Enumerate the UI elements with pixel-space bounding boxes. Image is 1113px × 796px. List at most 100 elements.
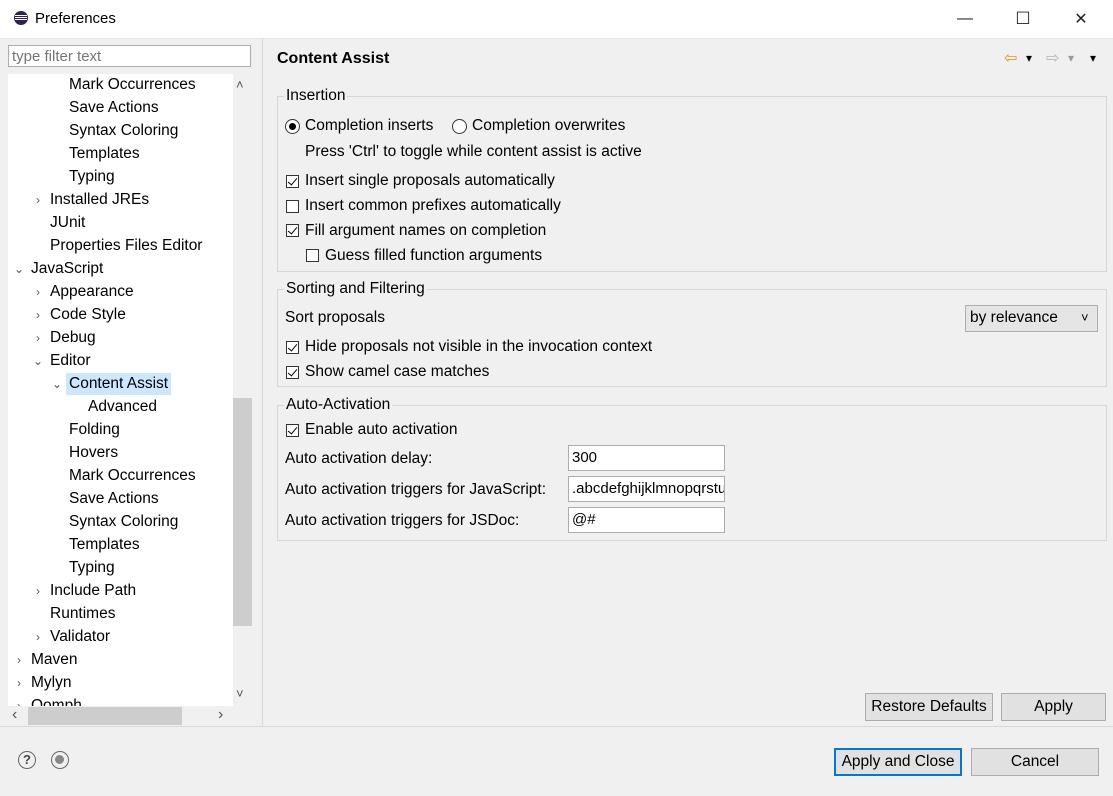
- tree-expand-icon[interactable]: ›: [32, 309, 44, 321]
- tree-expand-icon[interactable]: ›: [32, 585, 44, 597]
- guess-filled-arguments-label[interactable]: Guess filled function arguments: [325, 246, 542, 266]
- tree-item[interactable]: JUnit: [47, 212, 88, 234]
- pane-divider[interactable]: [262, 38, 263, 726]
- jsdoc-triggers-label: Auto activation triggers for JSDoc:: [285, 512, 520, 529]
- sorting-group-title: Sorting and Filtering: [284, 280, 427, 298]
- tree-item[interactable]: Editor: [47, 350, 94, 372]
- tree-item[interactable]: Advanced: [85, 396, 160, 418]
- tree-item[interactable]: Typing: [66, 166, 118, 188]
- tree-item[interactable]: Content Assist: [66, 373, 172, 395]
- tree-item[interactable]: Oomph: [28, 695, 85, 706]
- tree-item[interactable]: Templates: [66, 143, 143, 165]
- maximize-icon: ☐: [1015, 9, 1031, 28]
- auto-activation-group-title: Auto-Activation: [284, 396, 393, 414]
- tree-horizontal-scroll-thumb[interactable]: [28, 707, 182, 725]
- tree-expand-icon[interactable]: ›: [32, 194, 44, 206]
- tree-vertical-scroll-thumb[interactable]: [233, 398, 252, 626]
- completion-overwrites-label[interactable]: Completion overwrites: [472, 116, 625, 136]
- completion-inserts-radio[interactable]: [285, 119, 300, 134]
- toggle-hint-text: Press 'Ctrl' to toggle while content ass…: [305, 143, 642, 160]
- chevron-down-icon: ˅: [1081, 310, 1089, 325]
- tree-expand-icon[interactable]: ›: [13, 654, 25, 666]
- back-arrow-icon[interactable]: ⇦: [1004, 48, 1017, 68]
- minimize-button[interactable]: —: [942, 0, 988, 38]
- insertion-group-title: Insertion: [284, 87, 348, 105]
- apply-button[interactable]: Apply: [1001, 693, 1106, 721]
- insert-single-proposals-label[interactable]: Insert single proposals automatically: [305, 171, 555, 191]
- completion-overwrites-radio[interactable]: [452, 119, 467, 134]
- oomph-record-icon[interactable]: [51, 751, 69, 769]
- hide-proposals-checkbox[interactable]: [286, 341, 299, 354]
- scroll-down-icon[interactable]: ˅: [236, 686, 244, 701]
- enable-auto-activation-checkbox[interactable]: [286, 424, 299, 437]
- tree-collapse-icon[interactable]: ⌄: [13, 263, 25, 275]
- js-triggers-label: Auto activation triggers for JavaScript:: [285, 481, 547, 498]
- back-menu-icon[interactable]: ▾: [1026, 51, 1032, 65]
- cancel-button[interactable]: Cancel: [971, 748, 1099, 776]
- close-button[interactable]: ✕: [1058, 0, 1104, 38]
- scroll-left-icon[interactable]: ‹: [12, 706, 17, 724]
- completion-inserts-label[interactable]: Completion inserts: [305, 116, 433, 136]
- close-icon: ✕: [1074, 11, 1088, 28]
- tree-item[interactable]: Validator: [47, 626, 113, 648]
- sort-proposals-label: Sort proposals: [285, 309, 385, 326]
- tree-item[interactable]: JavaScript: [28, 258, 106, 280]
- filter-input[interactable]: [8, 45, 251, 67]
- tree-item[interactable]: Syntax Coloring: [66, 120, 181, 142]
- maximize-button[interactable]: ☐: [1000, 0, 1046, 38]
- insert-common-prefixes-checkbox[interactable]: [286, 200, 299, 213]
- jsdoc-triggers-field[interactable]: @#: [568, 507, 725, 533]
- forward-menu-icon[interactable]: ▾: [1068, 51, 1074, 65]
- sort-proposals-select[interactable]: by relevance ˅: [965, 305, 1098, 332]
- tree-expand-icon[interactable]: ›: [32, 631, 44, 643]
- help-icon[interactable]: ?: [18, 751, 36, 769]
- js-triggers-field[interactable]: .abcdefghijklmnopqrstuvwxyz: [568, 476, 725, 502]
- apply-and-close-button[interactable]: Apply and Close: [834, 748, 962, 776]
- tree-expand-icon[interactable]: ›: [32, 332, 44, 344]
- tree-item[interactable]: Runtimes: [47, 603, 118, 625]
- tree-item[interactable]: Folding: [66, 419, 123, 441]
- tree-item[interactable]: Syntax Coloring: [66, 511, 181, 533]
- eclipse-logo-icon: [14, 11, 28, 25]
- tree-collapse-icon[interactable]: ⌄: [32, 355, 44, 367]
- hide-proposals-label[interactable]: Hide proposals not visible in the invoca…: [305, 337, 652, 357]
- tree-item[interactable]: Debug: [47, 327, 99, 349]
- scroll-up-icon[interactable]: ˄: [236, 77, 244, 92]
- forward-arrow-icon[interactable]: ⇨: [1046, 48, 1059, 68]
- enable-auto-activation-label[interactable]: Enable auto activation: [305, 420, 458, 440]
- tree-item[interactable]: Save Actions: [66, 97, 162, 119]
- camel-case-checkbox[interactable]: [286, 366, 299, 379]
- minimize-icon: —: [957, 10, 973, 27]
- tree-item[interactable]: Mark Occurrences: [66, 465, 199, 487]
- guess-filled-arguments-checkbox[interactable]: [306, 249, 319, 262]
- tree-item[interactable]: Code Style: [47, 304, 129, 326]
- auto-activation-delay-field[interactable]: 300: [568, 445, 725, 471]
- camel-case-label[interactable]: Show camel case matches: [305, 362, 489, 382]
- tree-expand-icon[interactable]: ›: [32, 286, 44, 298]
- tree-collapse-icon[interactable]: ⌄: [51, 378, 63, 390]
- sort-proposals-value: by relevance: [970, 309, 1058, 326]
- window-title: Preferences: [35, 10, 116, 27]
- fill-argument-names-checkbox[interactable]: [286, 224, 299, 237]
- tree-item[interactable]: Hovers: [66, 442, 121, 464]
- tree-item[interactable]: Mylyn: [28, 672, 74, 694]
- view-menu-icon[interactable]: ▾: [1090, 51, 1096, 65]
- tree-item[interactable]: Maven: [28, 649, 81, 671]
- tree-item[interactable]: Templates: [66, 534, 143, 556]
- insert-single-proposals-checkbox[interactable]: [286, 175, 299, 188]
- preferences-tree[interactable]: Mark Occurrences Save Actions Syntax Color…: [8, 74, 233, 706]
- scroll-right-icon[interactable]: ›: [218, 706, 223, 724]
- tree-item[interactable]: Mark Occurrences: [66, 74, 199, 96]
- tree-expand-icon[interactable]: ›: [13, 677, 25, 689]
- tree-item[interactable]: Installed JREs: [47, 189, 152, 211]
- tree-item[interactable]: Properties Files Editor: [47, 235, 205, 257]
- page-title: Content Assist: [277, 50, 390, 67]
- fill-argument-names-label[interactable]: Fill argument names on completion: [305, 221, 546, 241]
- insert-common-prefixes-label[interactable]: Insert common prefixes automatically: [305, 196, 561, 216]
- tree-item[interactable]: Typing: [66, 557, 118, 579]
- tree-item[interactable]: Appearance: [47, 281, 137, 303]
- restore-defaults-button[interactable]: Restore Defaults: [865, 693, 993, 721]
- record-dot-icon: [55, 755, 64, 764]
- tree-item[interactable]: Include Path: [47, 580, 139, 602]
- tree-item[interactable]: Save Actions: [66, 488, 162, 510]
